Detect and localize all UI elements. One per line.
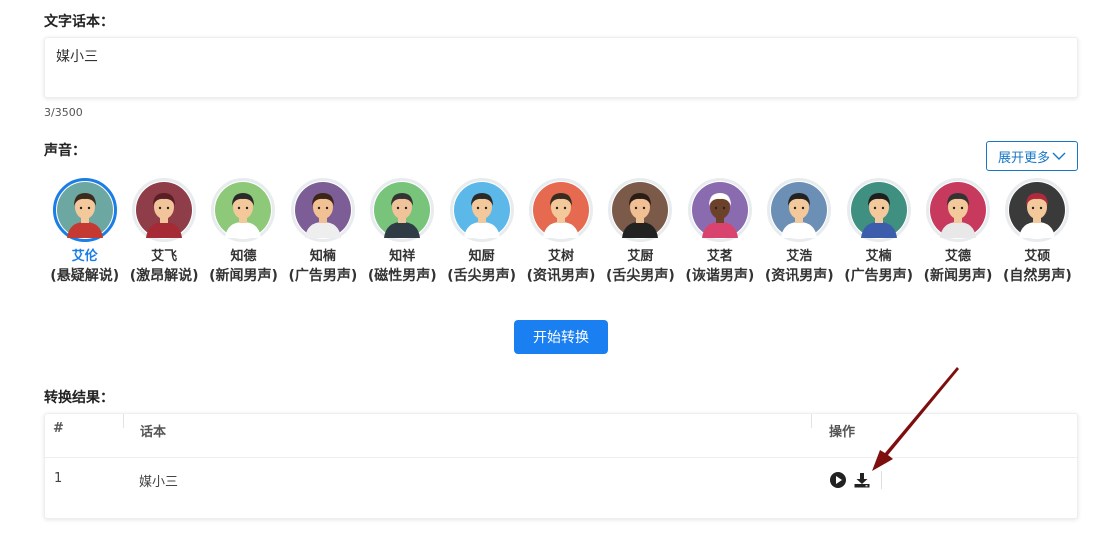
- avatar: [687, 178, 752, 242]
- row-index: 1: [54, 471, 63, 486]
- voice-style: (资讯男声): [764, 268, 834, 284]
- avatar-icon: [612, 182, 669, 238]
- avatar-icon: [374, 182, 431, 238]
- avatar-icon: [215, 182, 272, 238]
- char-count: 3/3500: [44, 106, 83, 119]
- voice-style: (广告男声): [844, 268, 913, 284]
- voice-style: (磁性男声): [367, 268, 437, 284]
- column-divider: [811, 414, 812, 428]
- avatar: [52, 178, 117, 242]
- avatar: [449, 178, 514, 242]
- actions-divider: [881, 471, 882, 489]
- row-text: 媒小三: [139, 475, 179, 490]
- voice-section-title: 声音：: [44, 143, 86, 159]
- play-icon[interactable]: [829, 471, 847, 489]
- voice-style: (舌尖男声): [606, 268, 675, 284]
- voice-option[interactable]: 知德 (新闻男声): [204, 178, 283, 287]
- text-section-title: 文字话本：: [44, 14, 114, 30]
- avatar: [529, 178, 594, 242]
- voice-name: 艾伦: [71, 249, 98, 264]
- avatar: [132, 178, 197, 242]
- avatar-icon: [1009, 182, 1066, 238]
- voice-name: 艾树: [548, 249, 575, 264]
- avatar: [925, 178, 990, 242]
- voice-option[interactable]: 知楠 (广告男声): [283, 178, 362, 287]
- voice-option[interactable]: 艾树 (资讯男声): [521, 178, 600, 287]
- result-table: # 话本 操作 1 媒小三: [44, 413, 1078, 519]
- avatar: [767, 178, 832, 242]
- voice-style: (激昂解说): [129, 268, 199, 284]
- row-actions: [829, 471, 882, 489]
- avatar: [290, 178, 355, 242]
- avatar-icon: [850, 182, 907, 238]
- avatar: [1005, 178, 1070, 242]
- voice-style: (舌尖男声): [447, 268, 517, 284]
- voice-name: 艾德: [944, 249, 971, 264]
- expand-more-label: 展开更多: [997, 150, 1050, 166]
- voice-name: 艾楠: [865, 249, 892, 264]
- download-icon[interactable]: [853, 471, 871, 489]
- expand-more-button[interactable]: 展开更多: [986, 141, 1078, 171]
- start-convert-button[interactable]: 开始转换: [514, 320, 608, 354]
- column-divider: [123, 414, 124, 428]
- voice-style: (资讯男声): [526, 268, 596, 284]
- avatar-icon: [691, 182, 748, 238]
- voice-list: 艾伦 (悬疑解说) 艾飞 (激昂解说) 知德 (新闻男声) 知楠 (广告男声) 知祥 (磁性男声)…: [45, 178, 1077, 287]
- avatar-icon: [453, 182, 510, 238]
- chevron-down-icon: [1052, 152, 1066, 160]
- column-header-actions: 操作: [829, 425, 856, 440]
- voice-option[interactable]: 艾浩 (资讯男声): [760, 178, 839, 287]
- avatar: [608, 178, 673, 242]
- voice-option[interactable]: 知厨 (舌尖男声): [442, 178, 521, 287]
- avatar-icon: [929, 182, 986, 238]
- voice-name: 艾茗: [706, 249, 733, 264]
- voice-option[interactable]: 艾楠 (广告男声): [839, 178, 918, 287]
- avatar-icon: [533, 182, 590, 238]
- avatar-icon: [56, 182, 113, 238]
- voice-option[interactable]: 艾伦 (悬疑解说): [45, 178, 124, 287]
- avatar-icon: [294, 182, 351, 238]
- voice-style: (自然男声): [1002, 268, 1072, 284]
- result-section-title: 转换结果：: [44, 390, 114, 406]
- voice-name: 知楠: [309, 249, 336, 264]
- column-header-text: 话本: [140, 425, 167, 440]
- text-input[interactable]: 媒小三: [44, 37, 1078, 98]
- voice-name: 艾厨: [627, 249, 654, 264]
- page: 文字话本： 媒小三 3/3500 声音： 展开更多 艾伦 (悬疑解说) 艾飞 (激昂解…: [0, 0, 1118, 540]
- voice-name: 艾浩: [786, 249, 813, 264]
- table-header: # 话本 操作: [45, 414, 1077, 458]
- voice-name: 艾硕: [1024, 249, 1051, 264]
- voice-style: (新闻男声): [209, 268, 278, 284]
- voice-option[interactable]: 艾飞 (激昂解说): [124, 178, 203, 287]
- avatar: [211, 178, 276, 242]
- voice-style: (新闻男声): [923, 268, 993, 284]
- voice-style: (悬疑解说): [50, 268, 120, 284]
- voice-name: 艾飞: [151, 249, 178, 264]
- column-header-index: #: [53, 421, 64, 436]
- avatar-icon: [771, 182, 828, 238]
- voice-name: 知德: [230, 249, 257, 264]
- avatar-icon: [136, 182, 193, 238]
- voice-option[interactable]: 艾厨 (舌尖男声): [601, 178, 680, 287]
- voice-style: (诙谐男声): [685, 268, 755, 284]
- voice-name: 知厨: [468, 249, 495, 264]
- voice-option[interactable]: 艾德 (新闻男声): [918, 178, 997, 287]
- voice-name: 知祥: [389, 249, 416, 264]
- voice-option[interactable]: 艾茗 (诙谐男声): [680, 178, 759, 287]
- avatar: [370, 178, 435, 242]
- avatar: [846, 178, 911, 242]
- voice-style: (广告男声): [288, 268, 358, 284]
- voice-option[interactable]: 艾硕 (自然男声): [998, 178, 1077, 287]
- voice-option[interactable]: 知祥 (磁性男声): [363, 178, 442, 287]
